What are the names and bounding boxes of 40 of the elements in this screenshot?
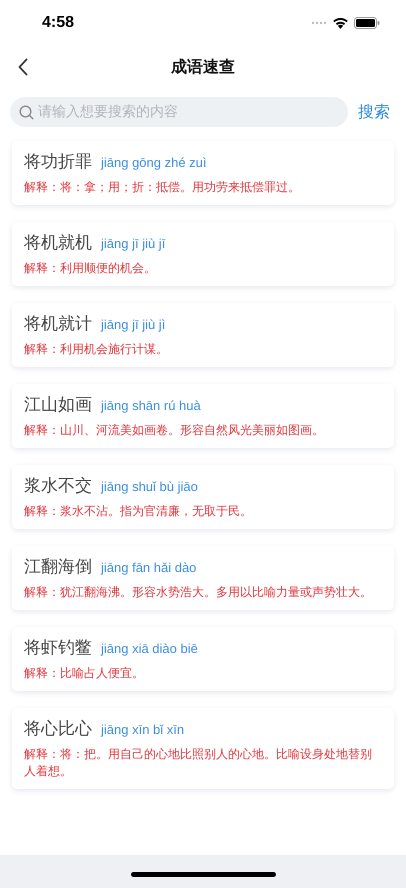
idiom-pinyin: jiāng jī jiù jī xyxy=(101,236,166,251)
idiom-word: 将机就计 xyxy=(24,313,92,335)
battery-icon xyxy=(354,16,380,28)
idiom-pinyin: jiāng shān rú huà xyxy=(101,398,201,413)
idiom-card[interactable]: 将虾钓鳖 jiāng xiā diào biē 解释：比喻占人便宜。 xyxy=(12,627,394,691)
idiom-card[interactable]: 江翻海倒 jiāng fān hǎi dào 解释：犹江翻海沸。形容水势浩大。多用以比喻力量或声势壮大。 xyxy=(12,546,394,610)
idiom-word: 江翻海倒 xyxy=(24,556,92,578)
idiom-explanation: 解释：将：把。用自己的心地比照别人的心地。比喻设身处地替别人着想。 xyxy=(24,746,373,780)
idiom-word: 将心比心 xyxy=(24,718,92,740)
idiom-explanation: 解释：浆水不沾。指为官清廉，无取于民。 xyxy=(24,503,253,520)
idiom-explanation: 解释：利用顺便的机会。 xyxy=(24,260,157,277)
idiom-pinyin: jiāng fān hǎi dào xyxy=(101,560,196,575)
idiom-pinyin: jiāng shuǐ bù jiāo xyxy=(101,479,198,494)
idiom-explanation: 解释：将：拿；用；折：抵偿。用功劳来抵偿罪过。 xyxy=(24,179,301,196)
idiom-card[interactable]: 江山如画 jiāng shān rú huà 解释：山川、河流美如画卷。形容自然风光美丽如图画。 xyxy=(12,384,394,448)
back-icon[interactable] xyxy=(18,58,28,76)
idiom-card[interactable]: 将机就机 jiāng jī jiù jī 解释：利用顺便的机会。 xyxy=(12,222,394,286)
idiom-explanation: 解释：山川、河流美如画卷。形容自然风光美丽如图画。 xyxy=(24,422,325,439)
signal-icon xyxy=(311,20,327,24)
idiom-word: 将机就机 xyxy=(24,232,92,254)
idiom-pinyin: jiāng jī jiù jì xyxy=(101,317,166,332)
idiom-word: 将虾钓鳖 xyxy=(24,637,92,659)
idiom-card[interactable]: 将心比心 jiāng xīn bǐ xīn 解释：将：把。用自己的心地比照别人的心地。比喻设身处地替别人着想。 xyxy=(12,708,394,789)
idiom-word: 江山如画 xyxy=(24,394,92,416)
status-time: 4:58 xyxy=(42,14,74,32)
wifi-icon xyxy=(332,16,349,28)
idiom-card[interactable]: 将功折罪 jiāng gōng zhé zuì 解释：将：拿；用；折：抵偿。用功劳来抵偿罪过。 xyxy=(12,141,394,205)
idiom-explanation: 解释：利用机会施行计谋。 xyxy=(24,341,169,358)
idiom-explanation: 解释：比喻占人便宜。 xyxy=(24,665,145,682)
idiom-word: 浆水不交 xyxy=(24,475,92,497)
idiom-pinyin: jiāng xīn bǐ xīn xyxy=(101,722,184,737)
search-field[interactable]: 请输入想要搜索的内容 xyxy=(10,97,348,127)
search-button[interactable]: 搜索 xyxy=(358,102,390,122)
idiom-pinyin: jiāng gōng zhé zuì xyxy=(101,155,207,170)
idiom-card[interactable]: 浆水不交 jiāng shuǐ bù jiāo 解释：浆水不沾。指为官清廉，无取于民。 xyxy=(12,465,394,529)
page-title: 成语速查 xyxy=(171,57,235,78)
idiom-card[interactable]: 将机就计 jiāng jī jiù jì 解释：利用机会施行计谋。 xyxy=(12,303,394,367)
idiom-explanation: 解释：犹江翻海沸。形容水势浩大。多用以比喻力量或声势壮大。 xyxy=(24,584,373,601)
idiom-word: 将功折罪 xyxy=(24,151,92,173)
idiom-pinyin: jiāng xiā diào biē xyxy=(101,641,198,656)
